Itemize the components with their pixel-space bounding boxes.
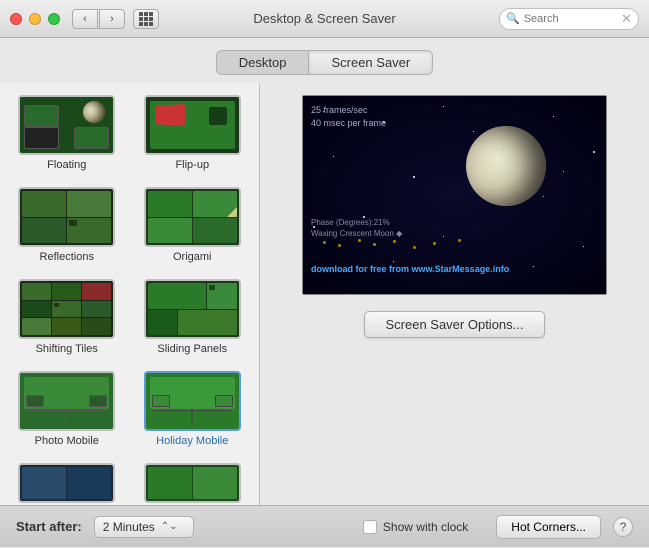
screensaver-label: Sliding Panels xyxy=(157,343,227,355)
nav-buttons: ‹ › xyxy=(72,9,125,29)
thumbnail xyxy=(18,371,115,431)
show-clock-area: Show with clock xyxy=(363,520,468,534)
star xyxy=(443,106,444,107)
list-item[interactable] xyxy=(134,459,252,505)
orbital-dot xyxy=(413,246,416,249)
preview-fps-text: 25 frames/sec 40 msec per frame xyxy=(311,104,386,129)
thumbnail xyxy=(18,187,115,247)
thumbnail xyxy=(144,95,241,155)
list-item[interactable]: Origami xyxy=(134,183,252,267)
traffic-lights xyxy=(10,13,60,25)
orbital-dot xyxy=(358,239,361,242)
list-item[interactable]: Reflections xyxy=(8,183,126,267)
list-item[interactable]: Sliding Panels xyxy=(134,275,252,359)
star xyxy=(593,151,595,153)
star xyxy=(333,156,334,157)
star xyxy=(443,236,444,237)
screensaver-label: Shifting Tiles xyxy=(36,343,98,355)
screensaver-label: Holiday Mobile xyxy=(156,435,228,447)
preview-download-text: download for free from www.StarMessage.i… xyxy=(311,264,598,274)
hot-corners-button[interactable]: Hot Corners... xyxy=(496,515,601,539)
tab-bar: Desktop Screen Saver xyxy=(0,38,649,83)
help-button[interactable]: ? xyxy=(613,517,633,537)
thumbnail xyxy=(144,187,241,247)
screensaver-label: Floating xyxy=(47,159,86,171)
thumbnail xyxy=(18,95,115,155)
preview-area: 25 frames/sec 40 msec per frame Phase (D… xyxy=(260,83,649,505)
list-item[interactable]: Shifting Tiles xyxy=(8,275,126,359)
tab-desktop[interactable]: Desktop xyxy=(217,51,309,74)
star xyxy=(413,176,415,178)
list-item[interactable]: Holiday Mobile xyxy=(134,367,252,451)
screensaver-label: Reflections xyxy=(40,251,94,263)
back-button[interactable]: ‹ xyxy=(72,9,98,29)
orbital-dot xyxy=(373,243,376,246)
show-clock-checkbox[interactable] xyxy=(363,520,377,534)
screen-saver-options-button[interactable]: Screen Saver Options... xyxy=(364,311,544,338)
grid-icon xyxy=(139,12,153,26)
window-title: Desktop & Screen Saver xyxy=(253,11,395,26)
orbital-dot xyxy=(458,239,461,242)
search-icon: 🔍 xyxy=(506,12,520,25)
star xyxy=(563,171,564,172)
screensaver-label: Photo Mobile xyxy=(35,435,99,447)
screensaver-label: Origami xyxy=(173,251,212,263)
list-item[interactable]: Floating xyxy=(8,91,126,175)
bottom-bar: Start after: 2 Minutes ⌃⌄ Show with cloc… xyxy=(0,505,649,547)
start-after-value: 2 Minutes xyxy=(103,520,155,534)
show-clock-label: Show with clock xyxy=(383,520,468,534)
list-item[interactable]: Photo Mobile xyxy=(8,367,126,451)
thumbnail xyxy=(144,371,241,431)
minimize-button[interactable] xyxy=(29,13,41,25)
preview-phase-text: Phase (Degrees):21% Waxing Crescent Moon… xyxy=(311,218,402,239)
start-after-dropdown[interactable]: 2 Minutes ⌃⌄ xyxy=(94,516,194,538)
dropdown-arrow-icon: ⌃⌄ xyxy=(161,521,178,532)
search-box[interactable]: 🔍 ✕ xyxy=(499,8,639,30)
orbital-dot xyxy=(323,241,326,244)
moon-graphic xyxy=(466,126,546,206)
star xyxy=(583,246,584,247)
maximize-button[interactable] xyxy=(48,13,60,25)
screensaver-list: Floating Flip-up xyxy=(0,83,260,505)
star xyxy=(473,131,474,132)
thumbnail xyxy=(144,463,241,503)
search-input[interactable] xyxy=(524,13,614,25)
preview-frame: 25 frames/sec 40 msec per frame Phase (D… xyxy=(302,95,607,295)
close-button[interactable] xyxy=(10,13,22,25)
orbital-dot xyxy=(433,242,436,245)
title-bar: ‹ › Desktop & Screen Saver 🔍 ✕ xyxy=(0,0,649,38)
orbital-dot xyxy=(393,240,396,243)
screensaver-label: Flip-up xyxy=(175,159,209,171)
star xyxy=(553,116,554,117)
star xyxy=(543,196,544,197)
segmented-control: Desktop Screen Saver xyxy=(216,50,433,75)
orbital-dot xyxy=(338,244,341,247)
start-after-label: Start after: xyxy=(16,519,82,534)
thumbnail xyxy=(18,279,115,339)
grid-view-button[interactable] xyxy=(133,9,159,29)
forward-button[interactable]: › xyxy=(99,9,125,29)
list-item[interactable]: Flip-up xyxy=(134,91,252,175)
star xyxy=(393,261,394,262)
search-clear-icon[interactable]: ✕ xyxy=(621,11,632,27)
list-item[interactable] xyxy=(8,459,126,505)
main-content: Floating Flip-up xyxy=(0,83,649,505)
thumbnail xyxy=(144,279,241,339)
thumbnail xyxy=(18,463,115,503)
tab-screensaver[interactable]: Screen Saver xyxy=(309,51,432,74)
